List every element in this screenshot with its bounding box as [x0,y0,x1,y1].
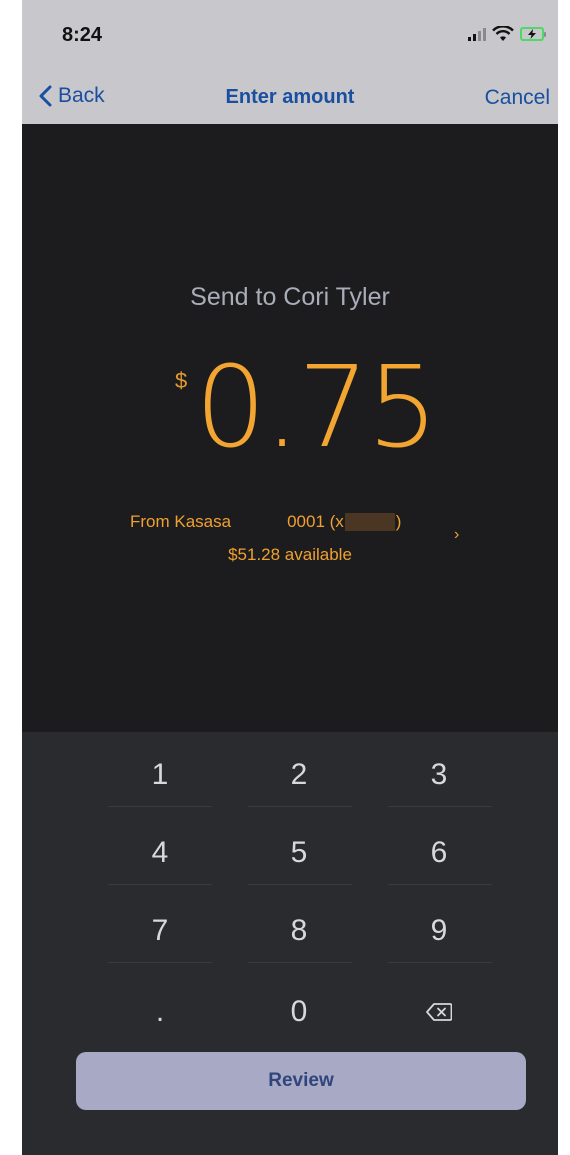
cancel-button[interactable]: Cancel [485,86,550,110]
key-decimal[interactable]: . [107,975,213,1049]
status-time: 8:24 [62,24,103,46]
review-button[interactable]: Review [76,1052,526,1110]
delete-key[interactable] [386,975,492,1049]
key-divider [108,884,212,885]
payment-screen: 8:24 Back Enter amount Cancel Send to Co… [22,0,558,1155]
key-divider [248,962,352,963]
key-5[interactable]: 5 [246,816,352,890]
key-6[interactable]: 6 [386,816,492,890]
amount-display: $ 0.75 [22,352,558,470]
status-icons [468,26,546,42]
key-divider [248,806,352,807]
key-1[interactable]: 1 [107,738,213,812]
wifi-icon [492,26,514,41]
chevron-right-icon[interactable]: › [454,526,459,544]
redacted-account-digits [344,513,395,531]
battery-charging-icon [520,27,546,41]
available-balance: $51.28 available [228,545,352,564]
key-divider [108,806,212,807]
key-0[interactable]: 0 [246,975,352,1049]
key-2[interactable]: 2 [246,738,352,812]
source-account-label: From Kasasa [130,512,232,531]
page-title: Enter amount [225,86,355,108]
backspace-icon [426,1003,452,1021]
signal-icon [468,27,486,41]
key-9[interactable]: 9 [386,894,492,968]
recipient-label: Send to Cori Tyler [190,283,390,311]
key-4[interactable]: 4 [107,816,213,890]
account-number-suffix: ) [395,512,402,531]
key-3[interactable]: 3 [386,738,492,812]
amount-value: 0.75 [195,343,438,473]
key-divider [388,884,492,885]
key-divider [388,962,492,963]
key-8[interactable]: 8 [246,894,352,968]
key-divider [108,962,212,963]
key-7[interactable]: 7 [107,894,213,968]
source-account[interactable]: From Kasasa 0001 (x ) [130,512,401,532]
account-number-prefix: 0001 (x [287,512,344,531]
currency-symbol: $ [175,368,188,393]
top-bar: 8:24 Back Enter amount Cancel [22,0,558,124]
key-divider [248,884,352,885]
key-divider [388,806,492,807]
